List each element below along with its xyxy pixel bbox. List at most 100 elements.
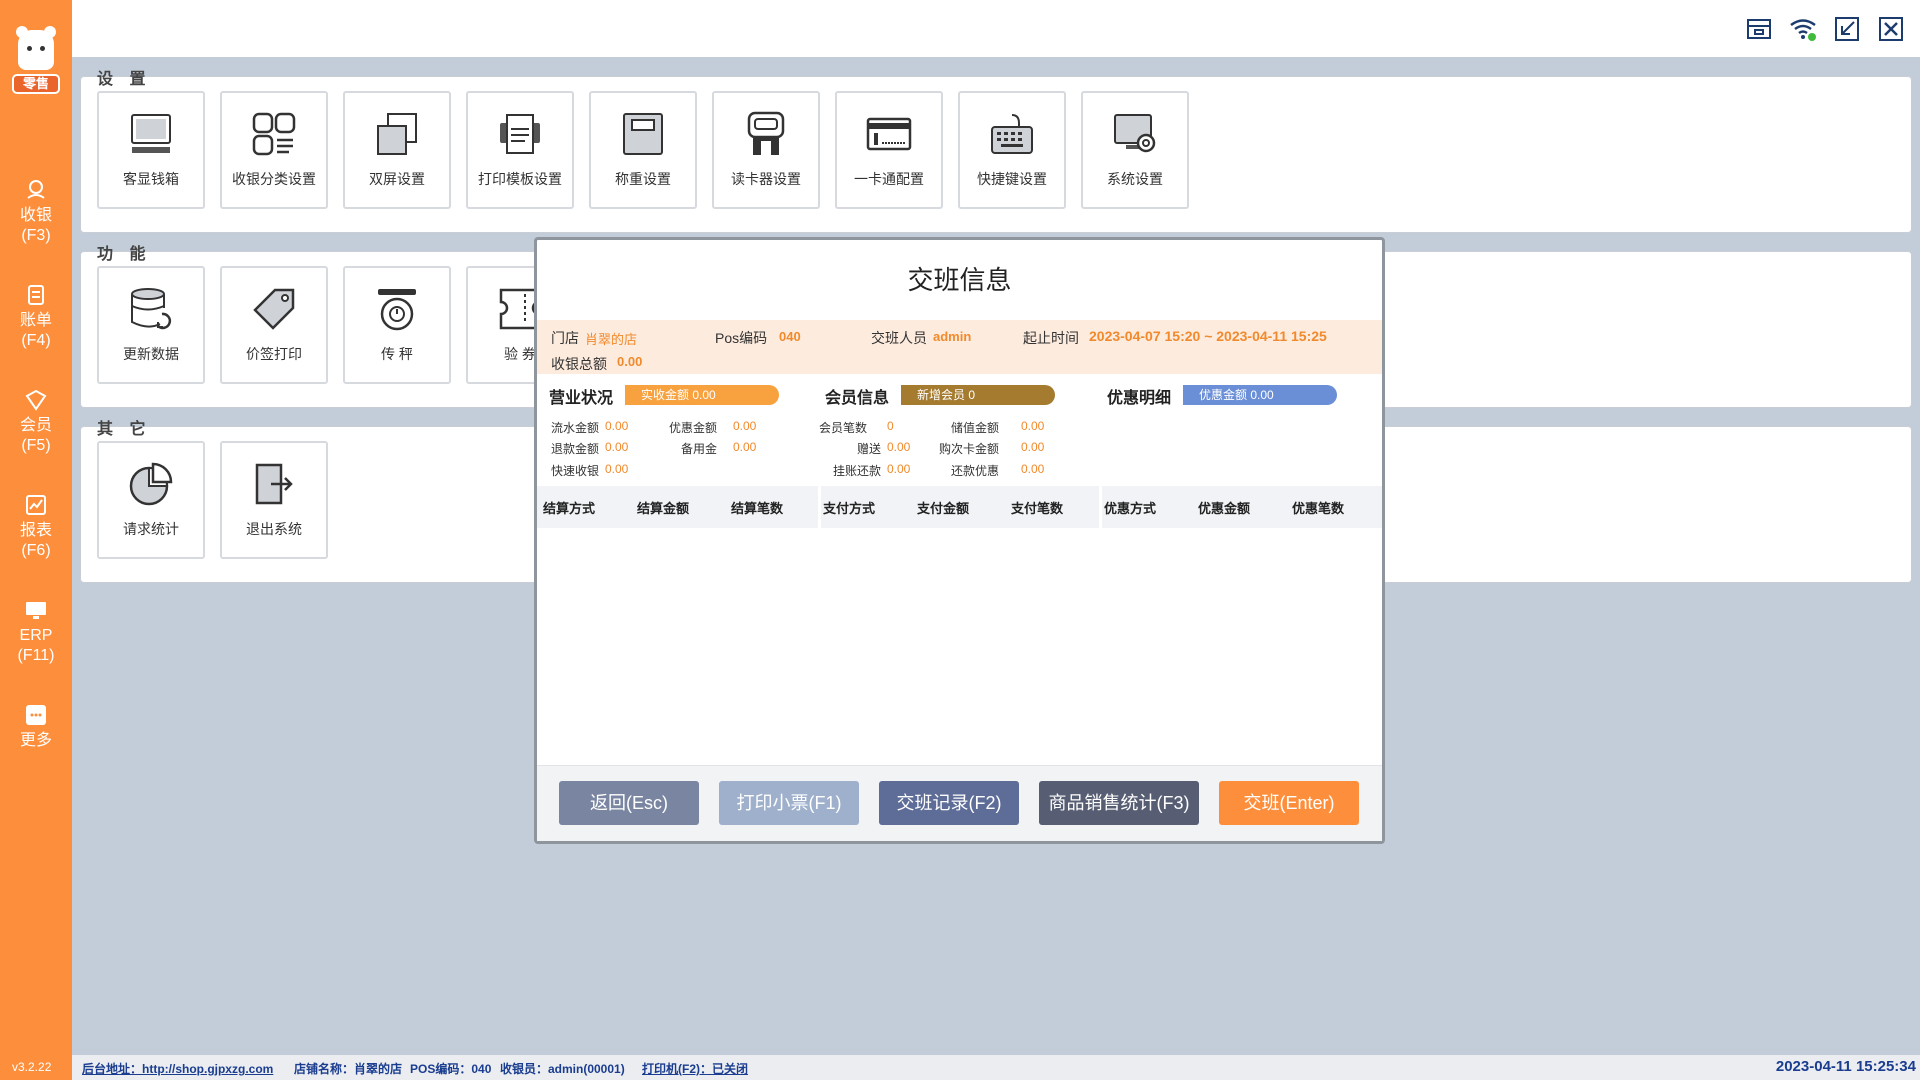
tile-print-template[interactable]: 打印模板设置 — [466, 91, 574, 209]
stat-label: 备用金 — [680, 442, 717, 456]
shift-info-banner: 门店 肖翠的店 Pos编码 040 交班人员 admin 起止时间 2023-0… — [537, 320, 1382, 374]
stat-label: 挂账还款 — [832, 464, 881, 478]
erp-icon — [26, 602, 46, 619]
tile-label: 称重设置 — [615, 171, 671, 187]
sidebar-label: 报表 — [19, 522, 52, 539]
tile-label: 一卡通配置 — [854, 171, 924, 187]
sidebar-item-erp[interactable]: ERP (F11) — [0, 598, 72, 666]
total-label: 收银总额 — [551, 356, 607, 372]
discount-table-header: 优惠方式 优惠金额 优惠笔数 — [1102, 486, 1382, 528]
tile-card-reader[interactable]: 读卡器设置 — [712, 91, 820, 209]
pie-chart-icon — [129, 462, 173, 506]
stat-value: 0.00 — [605, 419, 629, 433]
tile-label: 请求统计 — [123, 521, 179, 537]
tile-shortcut-keys[interactable]: 快捷键设置 — [958, 91, 1066, 209]
sidebar-item-cashier[interactable]: 收银 (F3) — [0, 178, 72, 246]
period-label: 起止时间 — [1023, 330, 1079, 346]
back-button[interactable]: 返回(Esc) — [559, 781, 699, 825]
shift-handover-dialog: 交班信息 门店 肖翠的店 Pos编码 040 交班人员 admin 起止时间 2… — [534, 237, 1385, 844]
shift-records-button[interactable]: 交班记录(F2) — [879, 781, 1019, 825]
cashier-info: 收银员：admin(00001) — [500, 1062, 625, 1076]
section-title: 功 能 — [97, 246, 152, 263]
column-header: 结算笔数 — [731, 501, 784, 516]
sidebar-key: (F6) — [21, 542, 51, 559]
stat-label: 赠送 — [856, 442, 881, 456]
stat-label: 快速收银 — [550, 464, 599, 478]
dialog-title: 交班信息 — [907, 265, 1012, 295]
tile-weighing[interactable]: 称重设置 — [589, 91, 697, 209]
sidebar-item-member[interactable]: 会员 (F5) — [0, 388, 72, 456]
report-icon — [26, 495, 46, 515]
backend-url-link[interactable]: 后台地址：http://shop.gjpxzg.com — [82, 1060, 273, 1077]
status-bar: 后台地址：http://shop.gjpxzg.com 店铺名称：肖翠的店 PO… — [72, 1055, 1920, 1080]
stat-label: 退款金额 — [550, 442, 599, 456]
settlement-table-header: 结算方式 结算金额 结算笔数 — [537, 486, 818, 528]
tile-price-tag-print[interactable]: 价签打印 — [220, 266, 328, 384]
stat-value: 0.00 — [887, 440, 911, 454]
sidebar-label: 会员 — [19, 417, 52, 434]
stat-value: 0.00 — [733, 440, 757, 454]
column-header: 支付笔数 — [1011, 501, 1064, 516]
wifi-icon[interactable] — [1788, 14, 1818, 44]
card-icon — [866, 117, 912, 151]
discount-title: 优惠明细 — [1107, 390, 1172, 407]
store-value: 肖翠的店 — [585, 332, 638, 347]
print-receipt-button[interactable]: 打印小票(F1) — [719, 781, 859, 825]
keyboard-icon — [991, 114, 1033, 154]
sidebar: 零售 收银 (F3) 账单 (F4) 会员 (F5) 报表 (F6) ERP (… — [0, 0, 72, 1080]
stat-value: 0.00 — [605, 440, 629, 454]
dialog-footer: 返回(Esc) 打印小票(F1) 交班记录(F2) 商品销售统计(F3) 交班(… — [537, 765, 1382, 841]
stat-label: 流水金额 — [550, 421, 599, 435]
price-tag-icon — [253, 288, 295, 330]
tile-label: 收银分类设置 — [232, 171, 316, 187]
sidebar-key: (F11) — [17, 647, 55, 664]
tile-label: 传 秤 — [381, 346, 413, 362]
close-icon[interactable] — [1876, 14, 1906, 44]
tile-label: 双屏设置 — [369, 171, 425, 187]
stat-label: 还款优惠 — [950, 464, 999, 478]
discount-pill: 优惠金额 0.00 — [1183, 385, 1337, 405]
settings-section: 设 置 客显钱箱 收银分类设置 双屏设置 打印模板设置 称重设置 读卡器设置 一… — [80, 71, 1912, 233]
tile-exit-system[interactable]: 退出系统 — [220, 441, 328, 559]
sidebar-key: (F3) — [21, 227, 51, 244]
stat-value: 0.00 — [605, 462, 629, 476]
tile-request-stats[interactable]: 请求统计 — [97, 441, 205, 559]
logo-badge: 零售 — [12, 74, 60, 94]
stat-value: 0.00 — [733, 419, 757, 433]
column-header: 结算方式 — [543, 501, 596, 516]
sales-stats-button[interactable]: 商品销售统计(F3) — [1039, 781, 1199, 825]
scale-icon — [623, 113, 663, 155]
store-icon[interactable] — [1744, 14, 1774, 44]
period-value: 2023-04-07 15:20 ~ 2023-04-11 15:25 — [1089, 328, 1327, 344]
sidebar-label: ERP — [19, 627, 53, 644]
sidebar-label: 收银 — [19, 207, 52, 224]
tile-update-data[interactable]: 更新数据 — [97, 266, 205, 384]
tile-label: 退出系统 — [246, 521, 302, 537]
pos-code: POS编码：040 — [410, 1062, 492, 1076]
column-header: 优惠笔数 — [1292, 501, 1345, 516]
sidebar-item-more[interactable]: 更多 — [0, 703, 72, 751]
section-title: 其 它 — [97, 421, 152, 438]
tile-customer-display[interactable]: 客显钱箱 — [97, 91, 205, 209]
sidebar-item-bill[interactable]: 账单 (F4) — [0, 283, 72, 351]
card-reader-icon — [747, 111, 785, 155]
tile-system-settings[interactable]: 系统设置 — [1081, 91, 1189, 209]
sidebar-label: 账单 — [19, 312, 52, 329]
tile-one-card[interactable]: 一卡通配置 — [835, 91, 943, 209]
tile-label: 系统设置 — [1107, 171, 1163, 187]
printer-status-link[interactable]: 打印机(F2)：已关闭 — [642, 1060, 748, 1077]
tile-dual-screen[interactable]: 双屏设置 — [343, 91, 451, 209]
tile-transfer-scale[interactable]: 传 秤 — [343, 266, 451, 384]
stat-label: 优惠金额 — [668, 421, 717, 435]
shift-handover-button[interactable]: 交班(Enter) — [1219, 781, 1359, 825]
column-header: 结算金额 — [637, 501, 690, 516]
tile-label: 打印模板设置 — [478, 171, 562, 187]
tile-category-settings[interactable]: 收银分类设置 — [220, 91, 328, 209]
minimize-icon[interactable] — [1832, 14, 1862, 44]
sidebar-label: 更多 — [19, 732, 52, 749]
sidebar-item-report[interactable]: 报表 (F6) — [0, 493, 72, 561]
exit-icon — [255, 463, 293, 505]
category-icon — [252, 112, 296, 156]
stat-value: 0 — [887, 419, 894, 433]
printer-icon — [500, 114, 540, 154]
